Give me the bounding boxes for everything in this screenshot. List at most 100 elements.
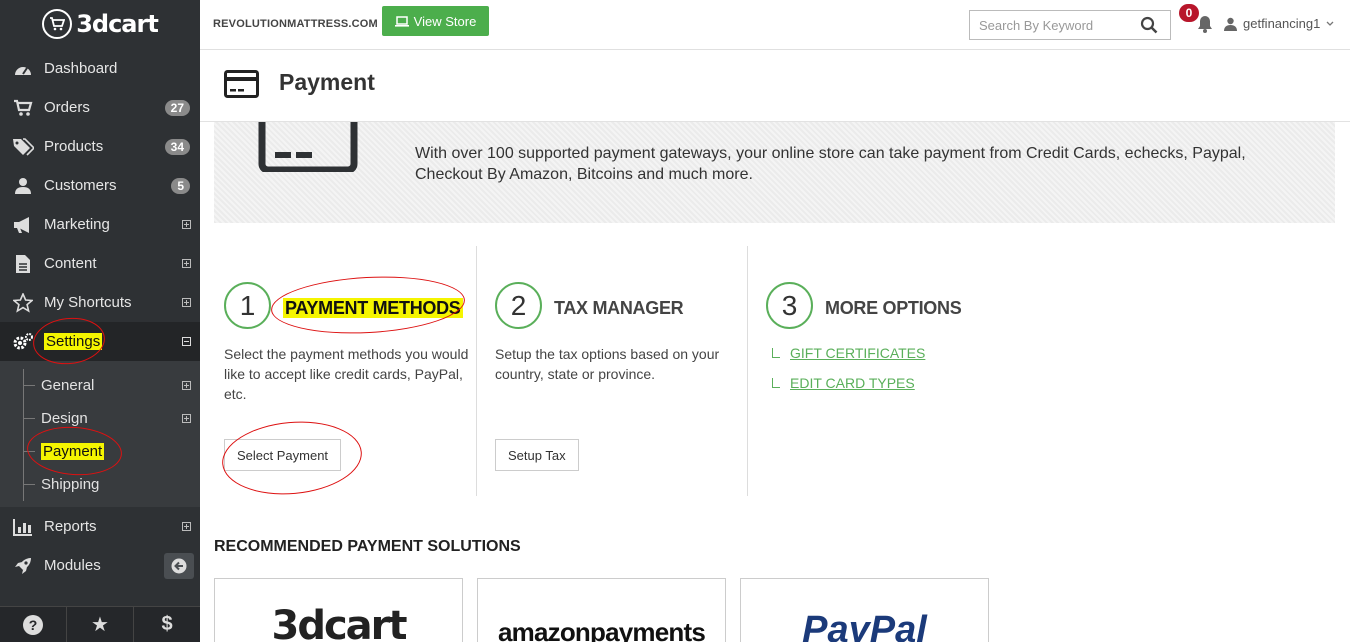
step-title-text: PAYMENT METHODS bbox=[283, 298, 463, 318]
rocket-icon bbox=[0, 556, 44, 576]
sidebar-footer: ? ★ $ bbox=[0, 606, 200, 642]
link-label: GIFT CERTIFICATES bbox=[790, 345, 926, 361]
step-number-circle: 1 bbox=[224, 282, 271, 329]
paypal-logo: PayPal bbox=[802, 609, 927, 642]
orders-count-badge: 27 bbox=[164, 99, 190, 116]
cart-icon bbox=[0, 99, 44, 117]
cart-logo-icon bbox=[42, 9, 73, 39]
provider-card-paypal[interactable]: PayPal bbox=[740, 578, 989, 642]
store-name[interactable]: REVOLUTIONMATTRESS.COM bbox=[213, 18, 378, 30]
sidebar-item-marketing[interactable]: Marketing bbox=[0, 205, 200, 244]
recommended-title: RECOMMENDED PAYMENT SOLUTIONS bbox=[214, 538, 521, 555]
favorites-button[interactable]: ★ bbox=[67, 607, 134, 642]
sidebar-item-label: Products bbox=[44, 138, 104, 155]
sidebar-item-label: Orders bbox=[44, 99, 90, 116]
expand-icon[interactable] bbox=[182, 298, 191, 307]
sidebar-item-modules[interactable]: Modules bbox=[0, 546, 200, 585]
step-divider bbox=[476, 246, 477, 496]
expand-icon[interactable] bbox=[182, 259, 191, 268]
submenu-item-shipping[interactable]: Shipping bbox=[23, 470, 200, 498]
gift-certificates-link[interactable]: GIFT CERTIFICATES bbox=[772, 345, 925, 361]
3dcart-logo: 3dcart bbox=[271, 603, 407, 642]
amazon-payments-logo: amazonpayments bbox=[498, 617, 706, 642]
sidebar-item-label: Modules bbox=[44, 557, 101, 574]
sidebar-item-label: Marketing bbox=[44, 216, 110, 233]
username: getfinancing1 bbox=[1243, 16, 1321, 31]
gears-icon bbox=[0, 332, 44, 352]
collapse-sidebar-button[interactable] bbox=[164, 552, 194, 579]
topbar: REVOLUTIONMATTRESS.COM View Store 0 getf… bbox=[200, 0, 1350, 50]
document-icon bbox=[0, 254, 44, 274]
step-description: Setup the tax options based on your coun… bbox=[495, 346, 720, 382]
search-box bbox=[969, 10, 1171, 40]
submenu-item-design[interactable]: Design bbox=[23, 404, 200, 432]
select-payment-button[interactable]: Select Payment bbox=[224, 439, 342, 471]
sidebar-item-products[interactable]: Products 34 bbox=[0, 127, 200, 166]
sidebar-item-label: Reports bbox=[44, 518, 97, 535]
step-payment-methods: 1 PAYMENT METHODS Select the payment met… bbox=[214, 246, 476, 500]
submenu-item-label: Shipping bbox=[41, 475, 100, 493]
brand-logo[interactable]: 3dcart bbox=[0, 0, 200, 48]
notification-count-badge: 0 bbox=[1179, 4, 1199, 22]
user-icon bbox=[0, 177, 44, 195]
view-store-label: View Store bbox=[413, 13, 477, 29]
sidebar-item-content[interactable]: Content bbox=[0, 244, 200, 283]
help-icon: ? bbox=[23, 614, 43, 635]
sidebar-item-reports[interactable]: Reports bbox=[0, 507, 200, 546]
step-tax-manager: 2 TAX MANAGER Setup the tax options base… bbox=[485, 246, 747, 496]
expand-icon[interactable] bbox=[182, 380, 191, 390]
sidebar-item-label: Customers bbox=[44, 177, 117, 194]
step-title: MORE OPTIONS bbox=[825, 298, 962, 318]
sidebar-item-dashboard[interactable]: Dashboard bbox=[0, 49, 200, 88]
step-number-circle: 2 bbox=[495, 282, 542, 329]
submenu-item-label: Payment bbox=[41, 442, 105, 460]
logo-text: 3dcart bbox=[76, 10, 159, 38]
step-more-options: 3 MORE OPTIONS GIFT CERTIFICATES EDIT CA… bbox=[756, 246, 1056, 496]
help-button[interactable]: ? bbox=[0, 607, 67, 642]
star-icon bbox=[0, 292, 44, 313]
step-title: PAYMENT METHODS bbox=[283, 298, 463, 319]
step-title: TAX MANAGER bbox=[554, 298, 684, 318]
sidebar-item-label: Content bbox=[44, 255, 97, 272]
chevron-down-icon bbox=[1326, 21, 1334, 26]
expand-icon[interactable] bbox=[182, 220, 191, 229]
collapse-icon[interactable] bbox=[182, 337, 191, 346]
tags-icon bbox=[0, 137, 44, 156]
tree-corner-icon bbox=[772, 348, 780, 358]
settings-submenu: General Design Payment Shipping bbox=[0, 361, 200, 507]
tree-corner-icon bbox=[772, 378, 780, 388]
step-description: Select the payment methods you would lik… bbox=[224, 346, 469, 402]
search-input[interactable] bbox=[970, 17, 1140, 33]
products-count-badge: 34 bbox=[164, 138, 190, 155]
sidebar-item-label: Settings bbox=[44, 333, 103, 350]
user-menu[interactable]: getfinancing1 bbox=[1224, 16, 1334, 31]
dashboard-icon bbox=[0, 61, 44, 77]
submenu-item-general[interactable]: General bbox=[23, 371, 200, 399]
provider-card-3dcart[interactable]: 3dcart bbox=[214, 578, 463, 642]
user-icon bbox=[1224, 17, 1237, 31]
sidebar-item-my-shortcuts[interactable]: My Shortcuts bbox=[0, 283, 200, 322]
intro-banner: With over 100 supported payment gateways… bbox=[214, 122, 1335, 223]
expand-icon[interactable] bbox=[182, 522, 191, 531]
sidebar-item-settings[interactable]: Settings bbox=[0, 322, 200, 361]
step-divider bbox=[747, 246, 748, 496]
submenu-item-label: Design bbox=[41, 409, 88, 427]
submenu-item-payment[interactable]: Payment bbox=[23, 437, 200, 465]
laptop-icon bbox=[394, 15, 409, 27]
view-store-button[interactable]: View Store bbox=[382, 6, 489, 36]
billing-button[interactable]: $ bbox=[134, 607, 200, 642]
sidebar-item-label: My Shortcuts bbox=[44, 294, 132, 311]
credit-card-icon bbox=[258, 122, 358, 177]
submenu-item-label: General bbox=[41, 376, 95, 394]
search-icon[interactable] bbox=[1140, 16, 1158, 34]
edit-card-types-link[interactable]: EDIT CARD TYPES bbox=[772, 375, 915, 391]
provider-card-amazon[interactable]: amazonpayments bbox=[477, 578, 726, 642]
link-label: EDIT CARD TYPES bbox=[790, 375, 915, 391]
step-number-circle: 3 bbox=[766, 282, 813, 329]
sidebar-item-customers[interactable]: Customers 5 bbox=[0, 166, 200, 205]
sidebar-item-orders[interactable]: Orders 27 bbox=[0, 88, 200, 127]
setup-tax-button[interactable]: Setup Tax bbox=[495, 439, 579, 471]
bell-icon[interactable] bbox=[1197, 15, 1213, 38]
expand-icon[interactable] bbox=[182, 413, 191, 423]
chart-icon bbox=[0, 518, 44, 536]
